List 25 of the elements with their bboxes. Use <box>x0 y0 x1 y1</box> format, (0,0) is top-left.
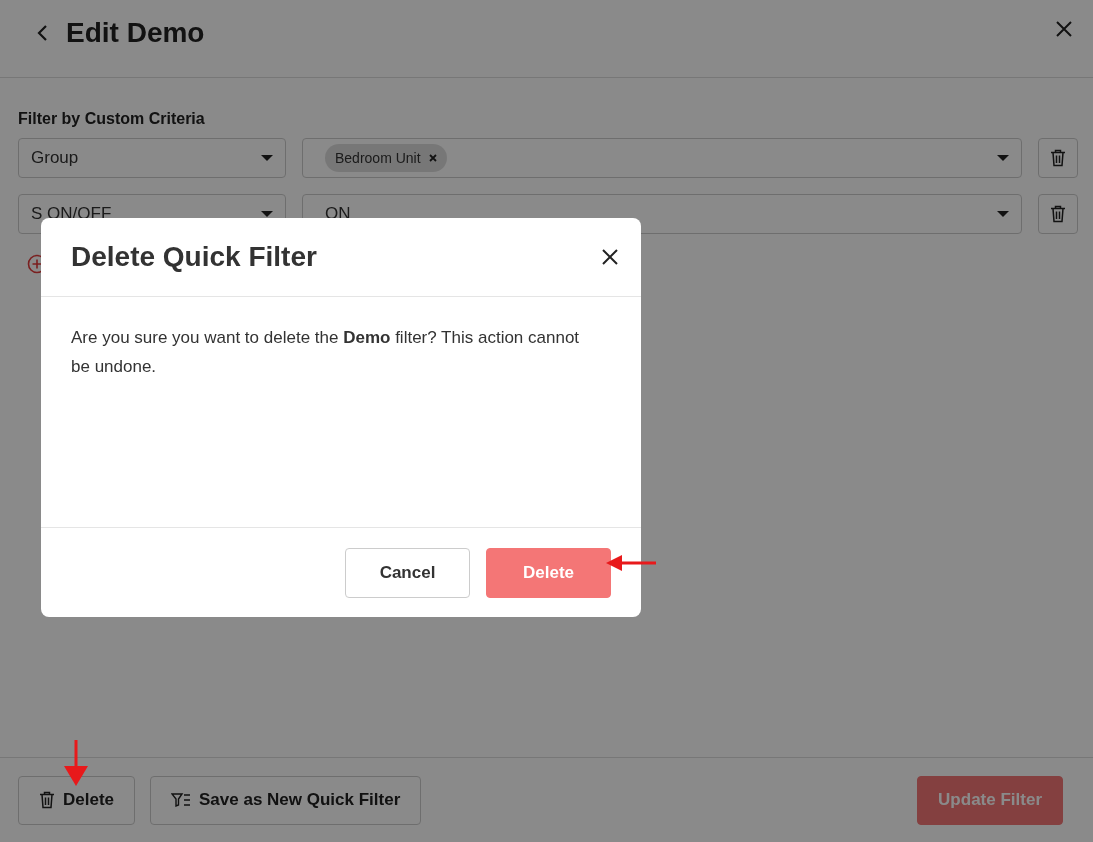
save-quick-filter-button[interactable]: Save as New Quick Filter <box>150 775 422 825</box>
caret-icon <box>997 211 1009 217</box>
section-label: Filter by Custom Criteria <box>18 110 206 128</box>
dialog-message: Are you sure you want to delete the Demo filter? This action cannot be undone. <box>71 327 581 378</box>
remove-icon[interactable] <box>428 154 437 162</box>
trash-icon <box>1050 205 1066 223</box>
cancel-button[interactable]: Cancel <box>345 547 470 598</box>
trash-icon <box>1050 149 1066 167</box>
back-icon[interactable] <box>36 23 48 42</box>
caret-icon <box>997 155 1009 161</box>
filter-icon <box>171 793 192 807</box>
page-title: Edit Demo <box>66 16 205 49</box>
dialog-title: Delete Quick Filter <box>71 241 317 273</box>
delete-row-button[interactable] <box>1038 138 1078 178</box>
criteria-select[interactable]: Group <box>18 138 286 178</box>
confirm-delete-button[interactable]: Delete <box>486 547 611 598</box>
trash-icon <box>39 791 55 809</box>
delete-row-button[interactable] <box>1038 194 1078 234</box>
delete-button[interactable]: Delete <box>18 775 136 825</box>
caret-icon <box>261 155 273 161</box>
annotation-arrow <box>64 740 88 786</box>
chip-label: Bedroom Unit <box>335 150 421 166</box>
value-select[interactable]: Bedroom Unit <box>302 138 1022 178</box>
annotation-arrow <box>606 555 656 571</box>
close-icon[interactable] <box>601 248 619 266</box>
